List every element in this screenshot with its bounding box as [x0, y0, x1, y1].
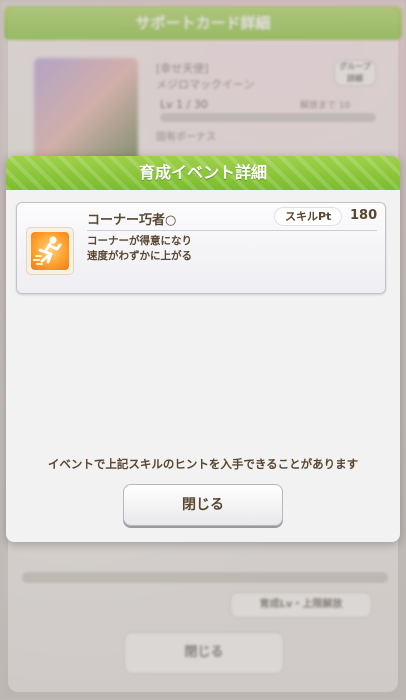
- speed-skill-icon: [31, 232, 69, 270]
- skill-divider: [87, 230, 377, 231]
- skill-description-line1: コーナーが得意になり: [87, 235, 192, 247]
- skill-description-line2: 速度がわずかに上がる: [87, 250, 192, 262]
- dialog-title: 育成イベント詳細: [6, 156, 400, 190]
- skill-points-value: 180: [350, 208, 378, 223]
- skill-name: コーナー巧者○: [87, 213, 177, 228]
- skill-points-label: スキルPt: [275, 208, 342, 225]
- skill-icon-frame: [26, 227, 74, 275]
- hint-notice: イベントで上記スキルのヒントを入手できることがあります: [47, 457, 359, 471]
- skill-description: コーナーが得意になり 速度がわずかに上がる: [87, 234, 192, 264]
- skill-card: コーナー巧者○ スキルPt 180 コーナーが得意になり 速度がわずかに上がる: [16, 202, 386, 294]
- event-detail-dialog: 育成イベント詳細 コーナー巧者○ スキルPt 180 コーナーが得意になり 速度…: [6, 156, 400, 542]
- close-button[interactable]: 閉じる: [123, 484, 283, 526]
